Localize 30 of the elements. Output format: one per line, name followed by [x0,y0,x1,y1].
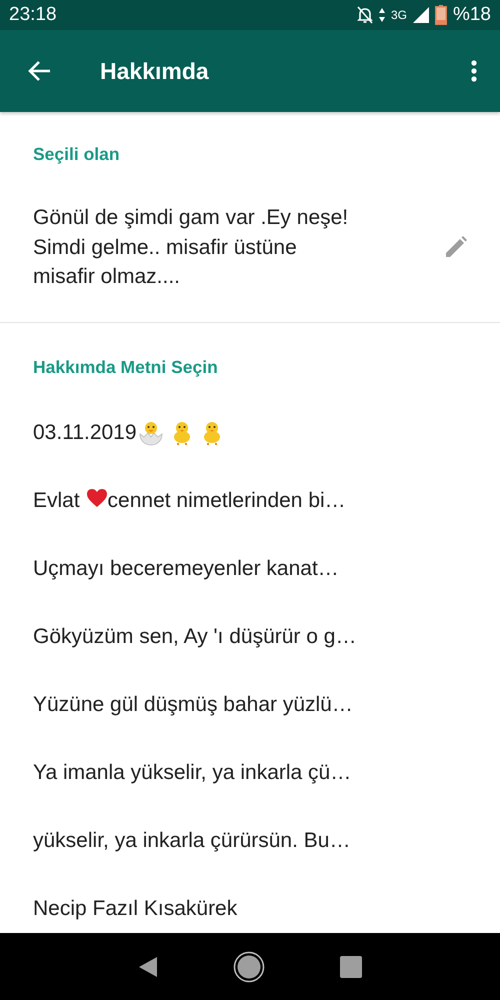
about-option[interactable]: Necip Fazıl Kısakürek [0,874,500,933]
current-about-text[interactable]: Gönül de şimdi gam var .Ey neşe! Simdi gelme.. misafir üstüne misafir olmaz.... [33,203,445,292]
section-header: Hakkımda Metni Seçin [32,356,219,378]
signal-icon [412,7,429,23]
about-option[interactable]: Yüzüne gül düşmüş bahar yüzlü… [0,670,500,738]
about-option[interactable]: yükselir, ya inkarla çürürsün. Bu… [0,806,500,874]
about-option[interactable]: 03.11.2019 [0,398,500,466]
home-button[interactable] [232,950,265,982]
heart-icon [86,488,108,508]
battery-percent: %18 [452,4,491,26]
home-circle-icon [232,950,265,982]
back-nav-button[interactable] [138,956,158,978]
hatching-chick-icon [136,420,165,446]
network-type: 3G [390,8,407,22]
data-arrows-icon [378,8,385,22]
screen-title: Hakkımda [100,58,210,84]
back-arrow-icon [27,60,51,82]
square-recents-icon [340,956,362,978]
about-option[interactable]: Gökyüzüm sen, Ay 'ı düşürür o g… [0,602,500,670]
triangle-back-icon [138,956,158,978]
about-option[interactable]: Uçmayı beceremeyenler kanat… [0,534,500,602]
about-option[interactable]: Evlat cennet nimetlerinden bi… [0,466,500,534]
clock-time: 23:18 [9,4,58,26]
more-vert-icon [471,60,477,82]
edit-pencil-icon[interactable] [445,236,467,258]
recents-button[interactable] [340,956,362,978]
about-option[interactable]: Ya imanla yükselir, ya inkarla çü… [0,738,500,806]
section-header: Seçili olan [32,144,121,165]
bell-off-icon [356,6,373,24]
battery-icon [434,5,447,25]
